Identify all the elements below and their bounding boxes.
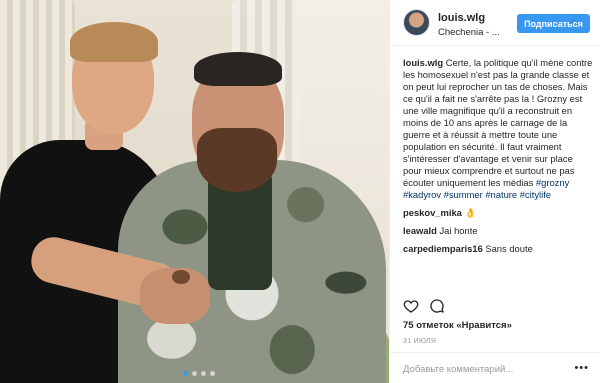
follow-button[interactable]: Подписаться xyxy=(517,14,590,33)
carousel-indicator xyxy=(183,371,215,376)
header-location[interactable]: Chechenia - ... xyxy=(438,27,500,38)
comment-username[interactable]: carpediemparis16 xyxy=(403,243,483,254)
caption-username[interactable]: louis.wlg xyxy=(403,57,443,68)
more-options-icon[interactable]: ••• xyxy=(574,363,589,374)
hashtag-link[interactable]: #nature xyxy=(485,189,517,200)
comment-input[interactable]: Добавьте комментарий... xyxy=(403,364,513,375)
comments-list: louis.wlg Certe, la politique qu'il mène… xyxy=(403,57,593,261)
carousel-dot xyxy=(183,371,188,376)
comment-item: peskov_mika 👌 xyxy=(403,207,593,219)
comment-text: Jai honte xyxy=(439,225,478,236)
post-header: louis.wlg Chechenia - ... Подписаться xyxy=(390,0,600,46)
handshake xyxy=(140,268,210,324)
avatar[interactable] xyxy=(403,9,430,36)
caption: louis.wlg Certe, la politique qu'il mène… xyxy=(403,57,593,201)
heart-icon[interactable] xyxy=(403,298,419,314)
header-username[interactable]: louis.wlg xyxy=(438,12,485,24)
carousel-dot xyxy=(210,371,215,376)
hashtag-link[interactable]: #summer xyxy=(444,189,483,200)
person-right-beard xyxy=(197,128,277,192)
hashtag-link[interactable]: #citylife xyxy=(520,189,551,200)
comment-username[interactable]: leawald xyxy=(403,225,437,236)
post-date: 31 ИЮЛЯ xyxy=(403,338,437,345)
comment-icon[interactable] xyxy=(429,298,445,314)
post-photo[interactable] xyxy=(0,0,389,383)
person-left-hair xyxy=(70,22,158,62)
comment-item: carpediemparis16 Sans doute xyxy=(403,243,593,255)
comment-text: Sans doute xyxy=(485,243,533,254)
carousel-dot xyxy=(201,371,206,376)
comment-text: 👌 xyxy=(464,207,477,218)
caption-text: Certe, la politique qu'il mène contre le… xyxy=(403,57,593,188)
hashtag-link[interactable]: #kadyrov xyxy=(403,189,441,200)
add-comment-bar: Добавьте комментарий... ••• xyxy=(390,352,600,383)
hashtag-link[interactable]: #grozny xyxy=(536,177,569,188)
carousel-dot xyxy=(192,371,197,376)
likes-count[interactable]: 75 отметок «Нравится» xyxy=(403,320,512,331)
post-sidebar: louis.wlg Chechenia - ... Подписаться lo… xyxy=(389,0,600,383)
person-right-hair xyxy=(194,52,282,86)
post-actions xyxy=(403,298,445,314)
comment-username[interactable]: peskov_mika xyxy=(403,207,462,218)
comment-item: leawald Jai honte xyxy=(403,225,593,237)
